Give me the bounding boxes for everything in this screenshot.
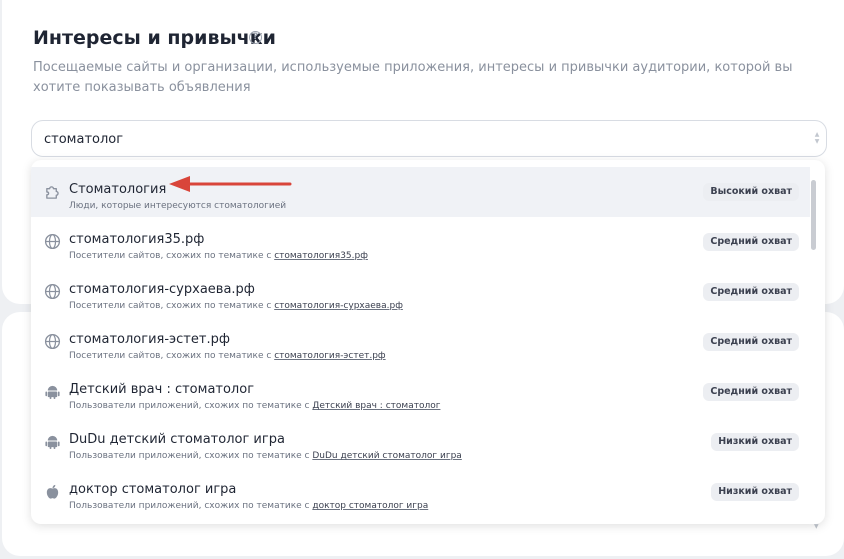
reach-badge: Низкий охват: [711, 433, 799, 451]
suggestion-subtitle: Посетители сайтов, схожих по тематике с …: [69, 301, 403, 311]
section-title: Интересы и привычки: [33, 27, 276, 49]
search-input[interactable]: [44, 129, 744, 149]
suggestion-item[interactable]: стоматология35.рф Посетители сайтов, схо…: [31, 217, 810, 267]
suggestion-subtitle: Посетители сайтов, схожих по тематике с …: [69, 351, 386, 361]
stepper-icon[interactable]: ▲ ▼: [813, 131, 821, 147]
reach-badge: Низкий охват: [711, 483, 799, 501]
globe-icon: [44, 333, 61, 350]
subtitle-prefix: Посетители сайтов, схожих по тематике с: [69, 301, 275, 311]
search-field[interactable]: ▲▼: [31, 120, 827, 157]
suggestion-subtitle: Пользователи приложений, схожих по темат…: [69, 451, 462, 461]
app-link[interactable]: Детский врач : стоматолог: [312, 401, 440, 411]
subtitle-prefix: Посетители сайтов, схожих по тематике с: [69, 351, 275, 361]
puzzle-icon: [46, 186, 59, 199]
android-icon: [45, 385, 60, 400]
suggestion-title: стоматология35.рф: [69, 232, 205, 247]
suggestion-title: стоматология-сурхаева.рф: [69, 282, 255, 297]
subtitle-prefix: Пользователи приложений, схожих по темат…: [69, 501, 313, 511]
suggestions-dropdown: Стоматология Люди, которые интересуются …: [31, 160, 825, 524]
site-link[interactable]: стоматология-сурхаева.рф: [274, 301, 403, 311]
site-link[interactable]: стоматология-эстет.рф: [274, 351, 385, 361]
subtitle-prefix: Пользователи приложений, схожих по темат…: [69, 451, 313, 461]
globe-icon: [44, 283, 61, 300]
reach-badge: Средний охват: [703, 383, 799, 401]
suggestion-item[interactable]: стоматология-эстет.рф Посетители сайтов,…: [31, 317, 810, 367]
android-icon: [45, 435, 60, 450]
suggestion-subtitle: Пользователи приложений, схожих по темат…: [69, 501, 428, 511]
app-link[interactable]: доктор стоматолог игра: [312, 501, 428, 511]
reach-badge: Средний охват: [703, 333, 799, 351]
suggestion-subtitle: Посетители сайтов, схожих по тематике с …: [69, 251, 368, 261]
scroll-down-icon[interactable]: ▼: [814, 523, 819, 530]
subtitle-prefix: Пользователи приложений, схожих по темат…: [69, 401, 313, 411]
suggestion-item[interactable]: доктор стоматолог игра Пользователи прил…: [31, 467, 810, 517]
suggestion-title: Детский врач : стоматолог: [69, 382, 255, 397]
globe-icon: [44, 233, 61, 250]
help-icon[interactable]: ?: [249, 31, 262, 44]
apple-icon: [46, 484, 59, 499]
reach-badge: Средний охват: [703, 283, 799, 301]
suggestion-title: стоматология-эстет.рф: [69, 332, 230, 347]
dropdown-scrollbar[interactable]: [811, 180, 816, 250]
suggestion-title: доктор стоматолог игра: [69, 482, 237, 497]
suggestion-item[interactable]: стоматология-сурхаева.рф Посетители сайт…: [31, 267, 810, 317]
app-link[interactable]: DuDu детский стоматолог игра: [312, 451, 461, 461]
section-description: Посещаемые сайты и организации, использу…: [33, 60, 793, 95]
reach-badge: Высокий охват: [703, 183, 799, 201]
suggestion-title: DuDu детский стоматолог игра: [69, 432, 285, 447]
suggestion-item[interactable]: Детский врач : стоматолог Пользователи п…: [31, 367, 810, 417]
reach-badge: Средний охват: [703, 233, 799, 251]
suggestion-subtitle: Люди, которые интересуются стоматологией: [69, 201, 287, 211]
suggestion-subtitle: Пользователи приложений, схожих по темат…: [69, 401, 440, 411]
suggestion-item[interactable]: Стоматология Люди, которые интересуются …: [31, 167, 810, 217]
subtitle-prefix: Посетители сайтов, схожих по тематике с: [69, 251, 275, 261]
suggestion-title: Стоматология: [69, 182, 167, 197]
site-link[interactable]: стоматология35.рф: [274, 251, 368, 261]
suggestion-item[interactable]: DuDu детский стоматолог игра Пользовател…: [31, 417, 810, 467]
